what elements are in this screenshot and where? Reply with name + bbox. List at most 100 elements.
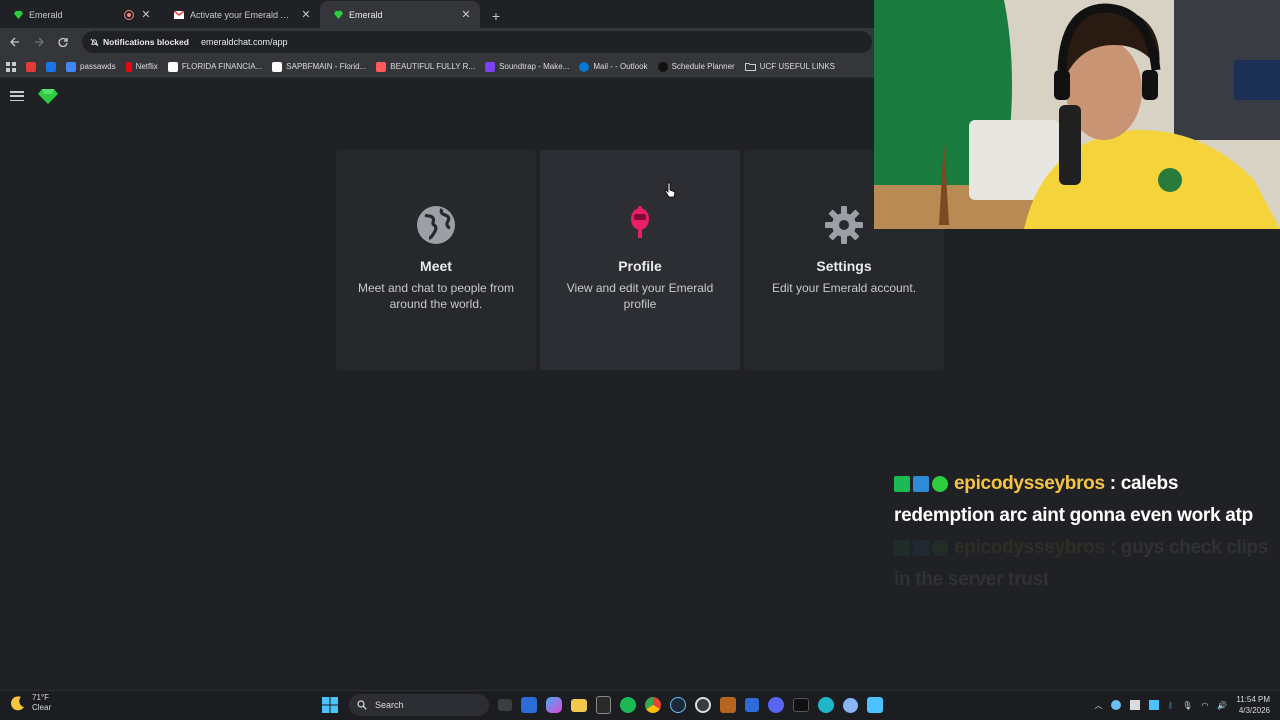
chrome-icon[interactable] [645,697,661,713]
profile-avatar-icon [619,204,661,246]
window-app-icon[interactable] [745,698,759,712]
notifications-blocked-chip[interactable]: Notifications blocked [90,37,195,47]
sparkle-badge-icon [932,539,948,556]
steam-icon[interactable] [670,697,686,713]
mouse-cursor-icon [664,182,676,198]
bookmark-outlook[interactable]: Mail - - Outlook [579,61,648,72]
arrow-left-icon [10,37,19,47]
app-tray-icon[interactable] [1130,700,1141,710]
youtube-icon [26,61,36,72]
card-description: View and edit your Emerald profile [566,281,714,311]
chat-username: epicodysseybros [954,537,1105,558]
taskbar-search[interactable]: Search [349,694,489,716]
app-icon [46,61,56,72]
back-button[interactable] [6,33,24,51]
apps-grid-icon[interactable] [6,61,16,72]
tab-emerald-recording[interactable]: Emerald ✕ [0,1,160,28]
bookmark-passawds[interactable]: passawds [66,61,116,72]
discord-icon[interactable] [768,697,784,713]
doc-icon [66,61,76,72]
tab-emerald-active[interactable]: Emerald ✕ [320,1,480,28]
menu-icon[interactable] [10,91,24,101]
airbnb-icon [376,61,387,72]
dropbox-tray-icon[interactable] [1149,700,1160,710]
card-description: Edit your Emerald account. [771,281,917,295]
chat-badges [894,539,948,556]
clock-date: 4/3/2026 [1238,706,1270,715]
chat-message: epicodysseybros : guys check clips in th… [890,532,1280,596]
windows-start-button[interactable] [320,695,340,715]
close-tab-icon[interactable]: ✕ [460,8,472,21]
reload-button[interactable] [54,33,72,51]
task-view-icon[interactable] [498,699,512,711]
bookmark-beautiful[interactable]: BEAUTIFUL FULLY R... [376,61,475,72]
weather-temperature: 71°F [32,693,49,702]
bookmark-label: passawds [80,62,116,71]
folder-icon [744,63,756,71]
bookmark-netflix[interactable]: Netflix [125,61,158,72]
stream-chat-overlay: epicodysseybros : calebs redemption arc … [890,468,1280,608]
store-icon[interactable] [521,697,537,713]
system-tray: ︿ ᛒ 🎙 ◠ 🔊 11:54 PM 4/3/2026 [1094,694,1270,716]
clock[interactable]: 11:54 PM 4/3/2026 [1236,694,1270,716]
bell-off-icon [90,38,99,46]
weather-widget[interactable]: 71°F Clear [10,693,51,713]
profile-card[interactable]: Profile View and edit your Emerald profi… [540,150,740,370]
bookmark-label: Schedule Planner [671,62,735,71]
arrow-right-icon [35,37,44,47]
microphone-icon[interactable]: 🎙 [1182,701,1192,710]
url-text[interactable]: emeraldchat.com/app [201,37,288,47]
spotify-icon[interactable] [620,697,636,713]
chevron-up-icon[interactable]: ︿ [1094,700,1102,711]
file-explorer-icon[interactable] [571,698,587,712]
wifi-icon[interactable]: ◠ [1201,701,1208,710]
gmail-icon [174,10,184,19]
bookmark-youtube[interactable] [26,61,36,72]
bookmark-soundtrap[interactable]: Soundtrap - Make... [485,61,570,72]
obs-icon[interactable] [695,697,711,713]
search-icon [357,700,367,710]
bookmark-sapbfmain[interactable]: SAPBFMAIN - Florid... [272,61,366,72]
reload-icon [58,37,68,47]
terminal-icon[interactable] [793,698,809,712]
moon-icon [11,696,24,711]
bookmark-label: UCF USEFUL LINKS [759,62,835,71]
webcam-overlay [874,0,1280,229]
chat-message: epicodysseybros : calebs redemption arc … [890,468,1280,532]
bookmark-label: Soundtrap - Make... [499,62,570,71]
windows-logo-icon [322,697,338,713]
gear-icon [823,204,865,246]
netflix-icon [125,61,132,72]
webcam-video-image [874,0,1280,229]
card-title: Meet [420,258,452,274]
chat-badges [894,475,948,492]
settings-app-icon[interactable] [843,697,858,713]
page-icon [272,61,283,72]
bookmark-ucf-useful-links[interactable]: UCF USEFUL LINKS [744,62,835,71]
bookmark-schedule-planner[interactable]: Schedule Planner [657,61,735,72]
weather-description: Clear [32,703,52,712]
paint-icon[interactable] [867,697,883,713]
close-tab-icon[interactable]: ✕ [140,8,152,21]
chat-username: epicodysseybros [954,473,1105,494]
tab-activate-account[interactable]: Activate your Emerald Account ✕ [160,1,320,28]
card-title: Settings [816,258,872,274]
epic-games-icon[interactable] [596,696,611,714]
speaker-icon[interactable]: 🔊 [1217,701,1227,710]
page-icon [167,61,178,72]
forward-button[interactable] [30,33,48,51]
bluetooth-icon[interactable]: ᛒ [1168,701,1173,710]
copilot-icon[interactable] [546,697,562,713]
game-app-icon[interactable] [720,697,736,713]
bookmark-app[interactable] [46,61,56,72]
new-tab-button[interactable]: + [484,4,508,28]
emerald-logo-icon[interactable] [38,88,58,104]
meet-card[interactable]: Meet Meet and chat to people from around… [336,150,536,370]
clock-time: 11:54 PM [1236,695,1270,704]
steam-tray-icon[interactable] [1111,700,1122,710]
bookmark-florida-financial[interactable]: FLORIDA FINANCIA... [167,61,262,72]
app-header [0,79,874,113]
close-tab-icon[interactable]: ✕ [300,8,312,21]
edge-icon[interactable] [818,697,834,713]
address-bar[interactable]: Notifications blocked emeraldchat.com/ap… [82,31,872,53]
